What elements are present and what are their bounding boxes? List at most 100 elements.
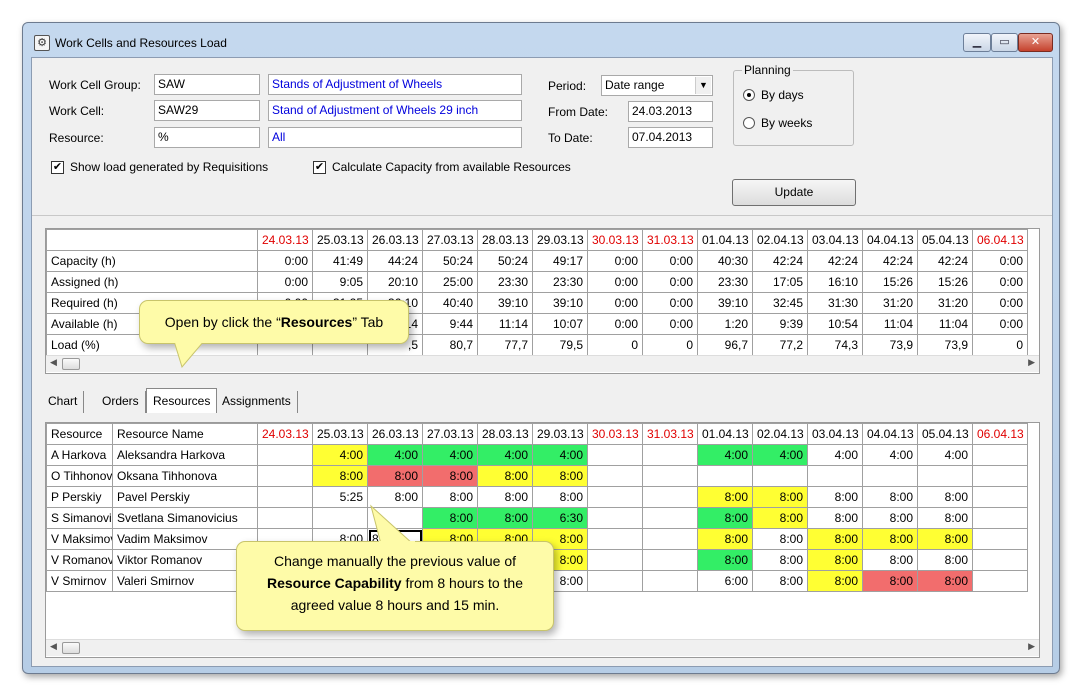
capability-cell[interactable]: 8:00 bbox=[862, 528, 918, 550]
title-bar[interactable]: ⚙ Work Cells and Resources Load ▁ ▭ ✕ bbox=[23, 23, 1059, 57]
capability-cell[interactable] bbox=[642, 465, 698, 487]
capability-cell[interactable]: 8:00 bbox=[752, 528, 808, 550]
capability-cell[interactable] bbox=[587, 549, 643, 571]
capability-cell[interactable] bbox=[972, 465, 1028, 487]
capability-cell[interactable]: 8:00 bbox=[752, 507, 808, 529]
capability-cell[interactable]: 4:00 bbox=[532, 444, 588, 466]
resource-name-cell[interactable]: Pavel Perskiy bbox=[112, 486, 258, 508]
capability-cell[interactable] bbox=[642, 507, 698, 529]
capability-cell[interactable] bbox=[642, 444, 698, 466]
capability-cell[interactable]: 4:00 bbox=[422, 444, 478, 466]
capability-cell[interactable]: 8:00 bbox=[917, 486, 973, 508]
capability-cell[interactable]: 8:00 bbox=[532, 465, 588, 487]
table-row[interactable]: P Perskiy Pavel Perskiy 5:25 8:00 8:00 8:00 8:… bbox=[46, 486, 1028, 508]
maximize-button[interactable]: ▭ bbox=[991, 33, 1018, 52]
table-row[interactable]: O Tihhonov Oksana Tihhonova 8:00 8:00 8:00 8:… bbox=[46, 465, 1028, 487]
by-days-radio[interactable]: By days bbox=[743, 88, 804, 102]
capability-cell[interactable]: 8:00 bbox=[367, 465, 423, 487]
capability-cell[interactable]: 8:00 bbox=[807, 486, 863, 508]
capability-cell[interactable]: 4:00 bbox=[752, 444, 808, 466]
scroll-left-icon[interactable]: ◀ bbox=[50, 357, 57, 368]
scroll-right-icon[interactable]: ▶ bbox=[1028, 357, 1035, 368]
capability-cell[interactable]: 8:00 bbox=[917, 528, 973, 550]
capability-cell[interactable] bbox=[917, 465, 973, 487]
tab-resources[interactable]: Resources bbox=[146, 388, 218, 413]
resource-code-input[interactable]: % bbox=[154, 127, 260, 148]
capability-cell[interactable]: 8:00 bbox=[807, 528, 863, 550]
capability-cell[interactable] bbox=[642, 549, 698, 571]
capability-cell[interactable]: 8:00 bbox=[697, 528, 753, 550]
capability-cell[interactable]: 8:00 bbox=[697, 549, 753, 571]
capability-cell[interactable]: 8:00 bbox=[862, 507, 918, 529]
capability-cell[interactable]: 8:00 bbox=[532, 486, 588, 508]
scroll-left-icon[interactable]: ◀ bbox=[50, 641, 57, 652]
capability-cell[interactable]: 8:00 bbox=[862, 570, 918, 592]
update-button[interactable]: Update bbox=[732, 179, 856, 206]
capability-cell[interactable]: 8:00 bbox=[752, 570, 808, 592]
capability-cell[interactable] bbox=[862, 465, 918, 487]
period-select[interactable]: Date range ▼ bbox=[601, 75, 713, 96]
capability-cell[interactable]: 8:00 bbox=[917, 549, 973, 571]
work-cell-group-code-input[interactable]: SAW bbox=[154, 74, 260, 95]
capability-cell[interactable] bbox=[642, 486, 698, 508]
capability-cell[interactable] bbox=[972, 549, 1028, 571]
capability-cell[interactable] bbox=[807, 465, 863, 487]
capability-cell[interactable]: 8:00 bbox=[807, 507, 863, 529]
capability-cell[interactable] bbox=[587, 486, 643, 508]
capability-cell[interactable]: 8:00 bbox=[477, 465, 533, 487]
capability-cell[interactable] bbox=[587, 528, 643, 550]
capability-cell[interactable] bbox=[972, 570, 1028, 592]
table-row[interactable]: A Harkova Aleksandra Harkova 4:00 4:00 4:00 4… bbox=[46, 444, 1028, 466]
resource-code-cell[interactable]: S Simanovic bbox=[46, 507, 113, 529]
capability-cell[interactable]: 8:00 bbox=[477, 486, 533, 508]
resource-name-cell[interactable]: Oksana Tihhonova bbox=[112, 465, 258, 487]
capability-cell[interactable] bbox=[972, 444, 1028, 466]
resource-name-cell[interactable]: Svetlana Simanovicius bbox=[112, 507, 258, 529]
capability-cell[interactable] bbox=[257, 444, 313, 466]
tab-orders[interactable]: Orders bbox=[96, 391, 146, 413]
capability-cell[interactable]: 4:00 bbox=[312, 444, 368, 466]
resource-code-cell[interactable]: V Maksimov bbox=[46, 528, 113, 550]
resources-grid-scrollbar[interactable]: ◀ ▶ bbox=[46, 639, 1039, 656]
show-requisitions-checkbox[interactable]: ✔ Show load generated by Requisitions bbox=[51, 160, 268, 174]
work-cell-group-name-input[interactable]: Stands of Adjustment of Wheels bbox=[268, 74, 522, 95]
capability-cell[interactable]: 4:00 bbox=[697, 444, 753, 466]
scroll-thumb[interactable] bbox=[62, 642, 80, 654]
capability-cell[interactable]: 8:00 bbox=[477, 507, 533, 529]
calc-capacity-checkbox[interactable]: ✔ Calculate Capacity from available Reso… bbox=[313, 160, 571, 174]
capability-cell[interactable]: 8:00 bbox=[807, 570, 863, 592]
resource-name-cell[interactable]: Aleksandra Harkova bbox=[112, 444, 258, 466]
capability-cell[interactable]: 8:00 bbox=[422, 507, 478, 529]
capability-cell[interactable] bbox=[587, 465, 643, 487]
capability-cell[interactable]: 8:00 bbox=[862, 486, 918, 508]
capability-cell[interactable] bbox=[972, 507, 1028, 529]
capability-cell[interactable]: 8:00 bbox=[422, 465, 478, 487]
capability-cell[interactable]: 4:00 bbox=[862, 444, 918, 466]
table-row[interactable]: S Simanovic Svetlana Simanovicius 8:00 8:00… bbox=[46, 507, 1028, 529]
capability-cell[interactable]: 8:00 bbox=[752, 549, 808, 571]
capability-cell[interactable]: 4:00 bbox=[917, 444, 973, 466]
resource-code-cell[interactable]: V Smirnov bbox=[46, 570, 113, 592]
capability-cell[interactable]: 8:00 bbox=[917, 570, 973, 592]
minimize-button[interactable]: ▁ bbox=[963, 33, 991, 52]
capability-cell[interactable]: 8:00 bbox=[697, 486, 753, 508]
capability-cell[interactable]: 4:00 bbox=[477, 444, 533, 466]
capability-cell[interactable] bbox=[587, 570, 643, 592]
capability-cell[interactable] bbox=[697, 465, 753, 487]
work-cell-code-input[interactable]: SAW29 bbox=[154, 100, 260, 121]
to-date-input[interactable]: 07.04.2013 bbox=[628, 127, 713, 148]
close-button[interactable]: ✕ bbox=[1018, 33, 1053, 52]
capability-cell[interactable]: 8:00 bbox=[917, 507, 973, 529]
by-weeks-radio[interactable]: By weeks bbox=[743, 116, 812, 130]
capability-cell[interactable]: 8:00 bbox=[697, 507, 753, 529]
capability-cell[interactable]: 8:00 bbox=[752, 486, 808, 508]
resource-name-input[interactable]: All bbox=[268, 127, 522, 148]
chevron-down-icon[interactable]: ▼ bbox=[695, 77, 711, 94]
from-date-input[interactable]: 24.03.2013 bbox=[628, 101, 713, 122]
resource-code-cell[interactable]: V Romanov bbox=[46, 549, 113, 571]
capability-cell[interactable]: 4:00 bbox=[807, 444, 863, 466]
resource-code-cell[interactable]: P Perskiy bbox=[46, 486, 113, 508]
capability-cell[interactable] bbox=[642, 528, 698, 550]
capability-cell[interactable]: 8:00 bbox=[862, 549, 918, 571]
capability-cell[interactable] bbox=[642, 570, 698, 592]
